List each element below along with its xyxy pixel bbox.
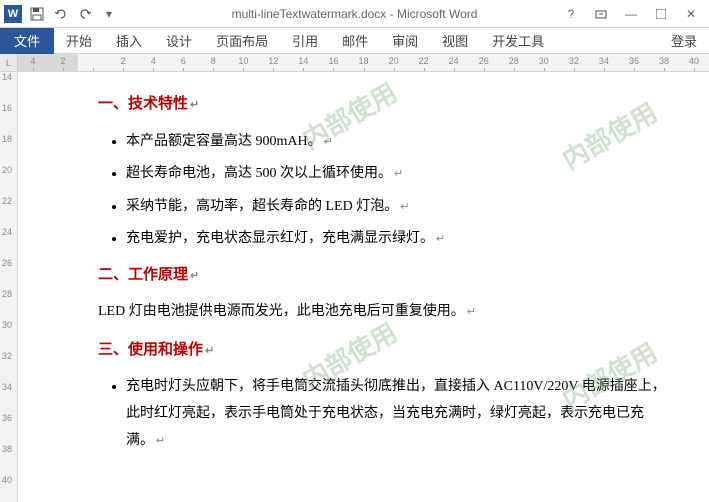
list-item: 超长寿命电池，高达 500 次以上循环使用。↵ xyxy=(126,161,669,188)
word-logo-icon: W xyxy=(4,5,22,23)
tab-mailings[interactable]: 邮件 xyxy=(330,28,380,54)
bullet-list: 充电时灯头应朝下，将手电筒交流插头彻底推出，直接插入 AC110V/220V 电… xyxy=(98,374,669,454)
file-tab[interactable]: 文件 xyxy=(0,28,54,54)
tab-insert[interactable]: 插入 xyxy=(104,28,154,54)
paragraph: LED 灯由电池提供电源而发光，此电池充电后可重复使用。↵ xyxy=(98,299,669,326)
tab-home[interactable]: 开始 xyxy=(54,28,104,54)
list-item: 采纳节能，高功率，超长寿命的 LED 灯泡。↵ xyxy=(126,194,669,221)
save-icon[interactable] xyxy=(28,5,46,23)
help-button[interactable]: ? xyxy=(557,4,585,24)
ruler-corner[interactable]: L xyxy=(0,54,18,72)
close-button[interactable]: ✕ xyxy=(677,4,705,24)
document-area: 1416182022242628303234363840 内部使用 内部使用 内… xyxy=(0,72,709,502)
maximize-button[interactable] xyxy=(647,4,675,24)
window-controls: ? — ✕ xyxy=(557,4,709,24)
heading-2: 二、工作原理↵ xyxy=(98,261,669,290)
bullet-list: 本产品额定容量高达 900mAH。↵ 超长寿命电池，高达 500 次以上循环使用… xyxy=(98,129,669,253)
tab-view[interactable]: 视图 xyxy=(430,28,480,54)
tab-layout[interactable]: 页面布局 xyxy=(204,28,280,54)
minimize-button[interactable]: — xyxy=(617,4,645,24)
redo-icon[interactable] xyxy=(76,5,94,23)
document-page[interactable]: 内部使用 内部使用 内部使用 内部使用 一、技术特性↵ 本产品额定容量高达 90… xyxy=(18,72,709,502)
heading-1: 一、技术特性↵ xyxy=(98,90,669,119)
ribbon-tabs: 文件 开始 插入 设计 页面布局 引用 邮件 审阅 视图 开发工具 登录 xyxy=(0,28,709,54)
paragraph-mark-icon: ↵ xyxy=(190,99,199,111)
quick-access-toolbar: W ▾ xyxy=(0,5,122,23)
list-item: 本产品额定容量高达 900mAH。↵ xyxy=(126,129,669,156)
ribbon-display-button[interactable] xyxy=(587,4,615,24)
vertical-ruler[interactable]: 1416182022242628303234363840 xyxy=(0,72,18,502)
horizontal-ruler[interactable]: L 42246810121416182022242628303234363840 xyxy=(0,54,709,72)
qat-dropdown-icon[interactable]: ▾ xyxy=(100,5,118,23)
tab-design[interactable]: 设计 xyxy=(154,28,204,54)
list-item: 充电时灯头应朝下，将手电筒交流插头彻底推出，直接插入 AC110V/220V 电… xyxy=(126,374,669,454)
undo-icon[interactable] xyxy=(52,5,70,23)
login-link[interactable]: 登录 xyxy=(659,31,709,50)
heading-3: 三、使用和操作↵ xyxy=(98,336,669,365)
title-bar: W ▾ multi-lineTextwatermark.docx - Micro… xyxy=(0,0,709,28)
tab-review[interactable]: 审阅 xyxy=(380,28,430,54)
list-item: 充电爱护，充电状态显示红灯，充电满显示绿灯。↵ xyxy=(126,226,669,253)
tab-developer[interactable]: 开发工具 xyxy=(480,28,556,54)
tab-references[interactable]: 引用 xyxy=(280,28,330,54)
window-title: multi-lineTextwatermark.docx - Microsoft… xyxy=(232,7,478,21)
